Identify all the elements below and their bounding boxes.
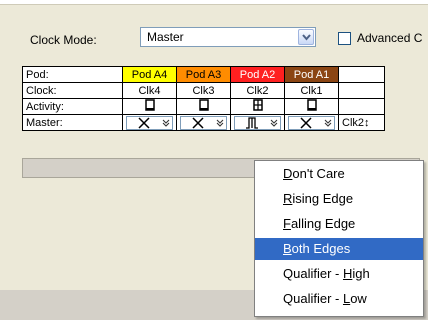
table-row-clock: Clock: Clk4 Clk3 Clk2 Clk1 bbox=[22, 82, 385, 99]
empty-cell bbox=[338, 82, 385, 99]
master-select[interactable] bbox=[126, 115, 173, 130]
master-cell bbox=[230, 114, 285, 131]
table-row-master: Master: Clk2↕ bbox=[22, 114, 385, 131]
activity-toggle-icon bbox=[252, 99, 263, 111]
activity-cell bbox=[176, 98, 231, 115]
pod-cell: Pod A1 bbox=[284, 66, 339, 83]
clock-cell: Clk4 bbox=[122, 82, 177, 99]
master-dropdown-menu: Don't Care Rising Edge Falling Edge Both… bbox=[254, 160, 424, 317]
chevron-down-icon[interactable] bbox=[298, 29, 314, 45]
menu-item-falling-edge[interactable]: Falling Edge bbox=[255, 213, 423, 235]
pod-cell: Pod A4 bbox=[122, 66, 177, 83]
top-border bbox=[0, 0, 428, 5]
chevron-down-icon bbox=[216, 119, 224, 127]
activity-cell bbox=[230, 98, 285, 115]
master-cell bbox=[284, 114, 339, 131]
table-row-activity: Activity: bbox=[22, 98, 385, 115]
activity-cell bbox=[284, 98, 339, 115]
chevron-down-icon bbox=[270, 119, 278, 127]
activity-cell bbox=[122, 98, 177, 115]
master-select[interactable] bbox=[234, 115, 281, 130]
pod-cell: Pod A2 bbox=[230, 66, 285, 83]
advanced-label: Advanced C bbox=[357, 31, 423, 45]
menu-item-rising-edge[interactable]: Rising Edge bbox=[255, 188, 423, 210]
clock-mode-select[interactable]: Master bbox=[140, 27, 316, 47]
row-label-activity: Activity: bbox=[22, 98, 123, 115]
menu-item-qualifier-low[interactable]: Qualifier - Low bbox=[255, 288, 423, 310]
master-extra-cell: Clk2↕ bbox=[338, 114, 385, 131]
activity-low-icon bbox=[144, 99, 155, 111]
dont-care-icon bbox=[192, 116, 204, 129]
dont-care-icon bbox=[300, 116, 312, 129]
master-select[interactable] bbox=[180, 115, 227, 130]
master-cell bbox=[122, 114, 177, 131]
row-label-clock: Clock: bbox=[22, 82, 123, 99]
dont-care-icon bbox=[138, 116, 150, 129]
both-edges-icon bbox=[246, 116, 258, 129]
pod-table: Pod: Pod A4 Pod A3 Pod A2 Pod A1 Clock: … bbox=[22, 66, 385, 131]
clock-cell: Clk1 bbox=[284, 82, 339, 99]
master-cell bbox=[176, 114, 231, 131]
menu-item-dont-care[interactable]: Don't Care bbox=[255, 163, 423, 185]
activity-low-icon bbox=[306, 99, 317, 111]
clock-cell: Clk3 bbox=[176, 82, 231, 99]
chevron-down-icon bbox=[162, 119, 170, 127]
menu-item-both-edges[interactable]: Both Edges bbox=[255, 238, 423, 260]
pod-cell: Pod A3 bbox=[176, 66, 231, 83]
table-row-pod: Pod: Pod A4 Pod A3 Pod A2 Pod A1 bbox=[22, 66, 385, 83]
advanced-checkbox[interactable] bbox=[338, 32, 351, 45]
row-label-master: Master: bbox=[22, 114, 123, 131]
clock-cell: Clk2 bbox=[230, 82, 285, 99]
clock-mode-label: Clock Mode: bbox=[30, 33, 97, 47]
master-select[interactable] bbox=[288, 115, 335, 130]
chevron-down-icon bbox=[324, 119, 332, 127]
clock-mode-value: Master bbox=[147, 30, 184, 44]
row-label-pod: Pod: bbox=[22, 66, 123, 83]
empty-cell bbox=[338, 98, 385, 115]
activity-low-icon bbox=[198, 99, 209, 111]
empty-cell bbox=[338, 66, 385, 83]
menu-item-qualifier-high[interactable]: Qualifier - High bbox=[255, 263, 423, 285]
